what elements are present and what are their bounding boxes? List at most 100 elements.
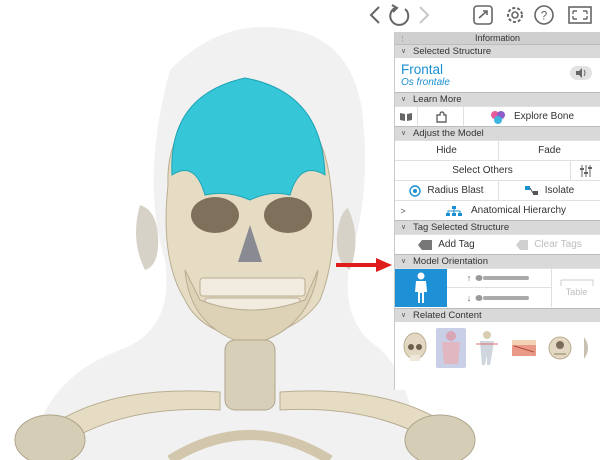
section-label: Learn More [413,94,462,105]
left-orbit [191,197,239,233]
right-orbit [264,197,312,233]
section-label: Model Orientation [413,256,488,267]
explore-bone-label: Explore Bone [513,111,575,122]
arrow-up-icon: ↑ [466,273,472,283]
table-button[interactable]: Table [551,269,600,307]
orientation-row: ↑ ↓ Table [395,268,600,308]
anatomical-hierarchy-row[interactable]: > Anatomical Hierarchy [395,200,600,220]
speaker-icon [576,68,586,78]
panel-title: Information [474,33,521,43]
add-tag-label: Add Tag [438,239,475,250]
clear-tags-label: Clear Tags [534,239,582,250]
pronunciation-button[interactable] [570,66,592,80]
reset-icon [389,4,410,26]
information-panel: ⋮ Information ∨ Selected Structure Front… [394,32,600,390]
table-icon [560,279,593,286]
help-icon: ? [534,5,554,25]
left-shoulder [14,414,86,460]
tag-row: Add Tag Clear Tags [395,234,600,254]
tissue-thumbnail-icon [511,340,536,356]
lying-options: ↑ ↓ [447,269,551,307]
svg-text:?: ? [541,9,548,23]
section-adjust-model[interactable]: ∨ Adjust the Model [395,126,600,140]
torso-thumbnail-icon [442,331,461,364]
settings-button[interactable] [502,3,528,27]
prone-button[interactable]: ↓ [447,288,551,307]
quiz-button[interactable] [417,107,463,126]
more-thumbnail-icon [583,337,588,359]
back-button[interactable] [366,3,384,27]
book-icon [400,112,412,121]
hide-button[interactable]: Hide [395,141,498,160]
isolate-icon [524,185,538,195]
radius-blast-icon [409,184,422,197]
section-label: Related Content [413,310,482,321]
section-related-content[interactable]: ∨ Related Content [395,308,600,322]
section-label: Tag Selected Structure [413,222,510,233]
thumbnail-skull[interactable] [400,328,430,368]
explore-bone-icon [490,110,505,124]
book-button[interactable] [395,107,417,126]
settings-icon [507,7,523,23]
annotation-arrow [336,258,392,272]
thumbnail-torso[interactable] [436,328,467,368]
arrow-down-icon: ↓ [466,292,472,303]
fullscreen-icon [568,6,592,24]
section-tag-structure[interactable]: ∨ Tag Selected Structure [395,220,600,234]
selected-structure-box: Frontal Os frontale [395,58,600,92]
radius-blast-label: Radius Blast [427,185,484,196]
thumbnail-tissue[interactable] [509,328,539,368]
cervical-spine[interactable] [224,339,276,411]
section-label: Adjust the Model [413,128,484,139]
select-others-row: Select Others [395,160,600,180]
isolate-label: Isolate [544,185,575,196]
right-shoulder [404,414,476,460]
add-tag-button[interactable]: Add Tag [395,235,498,254]
forward-button[interactable] [416,3,432,27]
chevron-down-icon: ∨ [401,224,407,231]
explore-bone-button[interactable]: Explore Bone [463,107,600,126]
share-button[interactable] [470,3,496,27]
related-content-thumbnails [395,322,600,374]
radius-blast-button[interactable]: Radius Blast [395,181,498,200]
chevron-down-icon: ∨ [401,258,407,265]
select-others-button[interactable]: Select Others [395,161,570,180]
fullscreen-button[interactable] [566,3,594,27]
hierarchy-label: Anatomical Hierarchy [470,205,567,216]
standing-figure-icon [415,272,427,303]
help-button[interactable]: ? [532,3,556,27]
filter-button[interactable] [570,161,600,180]
isolate-button[interactable]: Isolate [498,181,600,200]
sliders-icon [579,164,592,177]
drag-handle-icon[interactable]: ⋮ [399,34,406,46]
panel-title-bar[interactable]: ⋮ Information [395,32,600,44]
structure-name: Frontal [401,62,444,77]
vertebra-thumbnail-icon [548,336,572,360]
section-selected-structure[interactable]: ∨ Selected Structure [395,44,600,58]
fade-button[interactable]: Fade [498,141,600,160]
structure-latin-name: Os frontale [401,77,450,88]
chevron-right-icon: > [400,205,406,216]
upper-teeth [199,277,306,297]
section-learn-more[interactable]: ∨ Learn More [395,92,600,106]
learn-more-row: Explore Bone [395,106,600,126]
forward-arrow-icon [419,6,430,24]
left-ear [136,205,159,270]
section-label: Selected Structure [413,46,492,57]
clear-tag-icon [516,239,529,250]
thumbnail-vertebra[interactable] [545,328,575,368]
chevron-down-icon: ∨ [401,96,407,103]
thumbnail-more[interactable] [581,328,595,368]
share-icon [473,5,493,25]
hierarchy-button[interactable]: Anatomical Hierarchy [411,201,600,220]
reset-button[interactable] [386,3,412,27]
upright-orientation-button[interactable] [395,269,447,307]
chevron-down-icon: ∨ [401,130,407,137]
lying-figure-icon [475,294,530,301]
supine-button[interactable]: ↑ [447,269,551,288]
chevron-down-icon: ∨ [401,48,407,55]
body-thumbnail-icon [476,331,499,365]
clear-tags-button[interactable]: Clear Tags [498,235,600,254]
thumbnail-body[interactable] [472,328,502,368]
section-model-orientation[interactable]: ∨ Model Orientation [395,254,600,268]
